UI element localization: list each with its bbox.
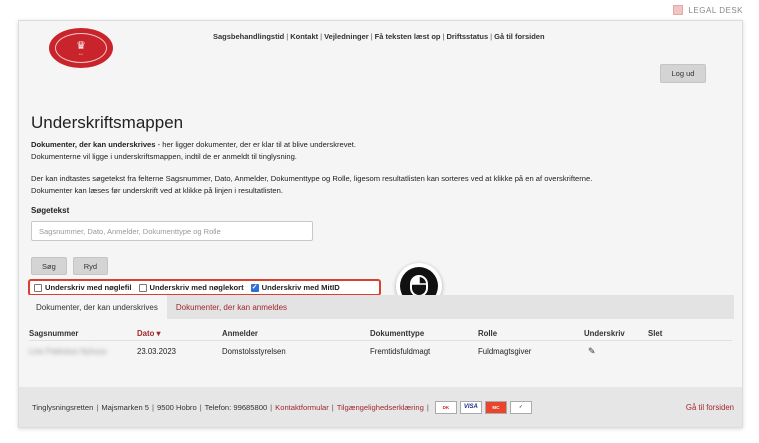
cell-dato: 23.03.2023 — [137, 346, 177, 356]
signing-method-filters: Underskriv med nøglefil Underskriv med n… — [28, 279, 381, 296]
site-footer: Tinglysningsretten | Majsmarken 5 | 9500 H… — [19, 387, 742, 427]
legal-desk-label: LEGAL DESK — [688, 5, 743, 15]
nav-kontakt[interactable]: Kontakt — [290, 32, 318, 41]
footer-address: Majsmarken 5 — [101, 402, 150, 412]
legal-desk-brand: LEGAL DESK — [673, 5, 743, 15]
nav-laes-op[interactable]: Få teksten læst op — [375, 32, 441, 41]
main-content: Underskriftsmappen Dokumenter, der kan u… — [31, 113, 736, 275]
col-sagsnummer[interactable]: Sagsnummer — [29, 329, 137, 338]
cell-rolle: Fuldmagtsgiver — [478, 346, 532, 356]
table-header: Sagsnummer Dato ▾ Anmelder Dokumenttype … — [29, 327, 732, 341]
footer-org: Tinglysningsretten — [32, 402, 94, 412]
footer-accessibility-link[interactable]: Tilgængelighedserklæring — [337, 403, 424, 412]
table-row[interactable]: Line Pakkstue Nyhuus 23.03.2023 Domstols… — [29, 341, 732, 361]
dankort-icon: DK — [434, 400, 457, 414]
browser-window: ♛ ••• Sagsbehandlingstid | Kontakt | Vejledn… — [18, 20, 743, 428]
search-label: Søgetekst — [31, 206, 70, 215]
search-button[interactable]: Søg — [31, 257, 67, 275]
intro-rest: - her ligger dokumenter, der er klar til… — [155, 140, 356, 149]
document-tabs: Dokumenter, der kan underskrives Dokumen… — [27, 295, 734, 319]
crown-icon: ♛ — [76, 39, 86, 52]
pencil-icon[interactable]: ✎ — [584, 346, 596, 356]
footer-phone: Telefon: 99685800 — [204, 402, 268, 412]
checkbox-noeglefil[interactable] — [34, 283, 42, 292]
nav-vejledninger[interactable]: Vejledninger — [324, 32, 369, 41]
search-buttons: Søg Ryd — [31, 257, 736, 275]
col-dokumenttype[interactable]: Dokumenttype — [370, 329, 478, 338]
help-line2: Dokumenter kan læses før underskrift ved… — [31, 185, 283, 195]
intro-text: Dokumenter, der kan underskrives - her l… — [31, 139, 736, 196]
cell-anmelder: Domstolsstyrelsen — [222, 346, 286, 356]
intro-line2: Dokumenterne vil ligge i underskriftsmap… — [31, 151, 297, 161]
cell-dokumenttype: Fremtidsfuldmagt — [370, 346, 431, 356]
checkbox-noeglekort[interactable] — [138, 283, 147, 292]
screenshot-frame: LEGAL DESK ♛ ••• Sagsbehandlingstid | Kont… — [0, 0, 759, 443]
nav-sagsbehandlingstid[interactable]: Sagsbehandlingstid — [213, 32, 284, 41]
legal-desk-logo-icon — [673, 5, 684, 15]
search-input[interactable]: Sagsnummer, Dato, Anmelder, Dokumenttype… — [31, 221, 313, 241]
visa-icon: VISA — [459, 400, 482, 414]
col-slet: Slet — [648, 329, 663, 338]
tab-kan-underskrives[interactable]: Dokumenter, der kan underskrives — [27, 295, 167, 319]
court-seal-icon[interactable]: ♛ ••• — [49, 28, 113, 68]
filter-mitid[interactable]: ✓ Underskriv med MitID — [250, 283, 340, 292]
col-rolle[interactable]: Rolle — [478, 329, 584, 338]
filter-noeglekort[interactable]: Underskriv med nøglekort — [138, 283, 244, 292]
top-navigation: Sagsbehandlingstid | Kontakt | Vejledninger |… — [213, 32, 545, 41]
cell-sagsnummer: Line Pakkstue Nyhuus — [29, 346, 107, 356]
col-underskriv: Underskriv — [584, 329, 625, 338]
clear-button[interactable]: Ryd — [72, 257, 109, 275]
footer-home-link[interactable]: Gå til forsiden — [686, 387, 734, 427]
nav-forside[interactable]: Gå til forsiden — [494, 32, 544, 41]
help-line1: Der kan indtastes søgetekst fra felterne… — [31, 174, 593, 183]
col-dato[interactable]: Dato ▾ — [137, 329, 222, 338]
site-header: ♛ ••• Sagsbehandlingstid | Kontakt | Vejledn… — [19, 21, 742, 95]
secure-icon: ✓ — [509, 400, 532, 414]
payment-icons: DK VISA MC ✓ — [434, 400, 532, 414]
intro-bold: Dokumenter, der kan underskrives — [31, 140, 156, 149]
mastercard-icon: MC — [484, 400, 507, 414]
footer-city: 9500 Hobro — [157, 402, 197, 412]
col-anmelder[interactable]: Anmelder — [222, 329, 370, 338]
checkbox-mitid[interactable]: ✓ — [250, 283, 259, 292]
filter-noeglefil[interactable]: Underskriv med nøglefil — [34, 283, 132, 292]
sort-desc-icon: ▾ — [156, 329, 161, 338]
tab-kan-anmeldes[interactable]: Dokumenter, der kan anmeldes — [167, 295, 296, 319]
footer-contact-link[interactable]: Kontaktformular — [275, 403, 329, 412]
logout-button[interactable]: Log ud — [660, 64, 706, 83]
page-title: Underskriftsmappen — [31, 113, 184, 132]
results-table: Sagsnummer Dato ▾ Anmelder Dokumenttype … — [29, 327, 732, 361]
nav-driftsstatus[interactable]: Driftsstatus — [446, 32, 488, 41]
